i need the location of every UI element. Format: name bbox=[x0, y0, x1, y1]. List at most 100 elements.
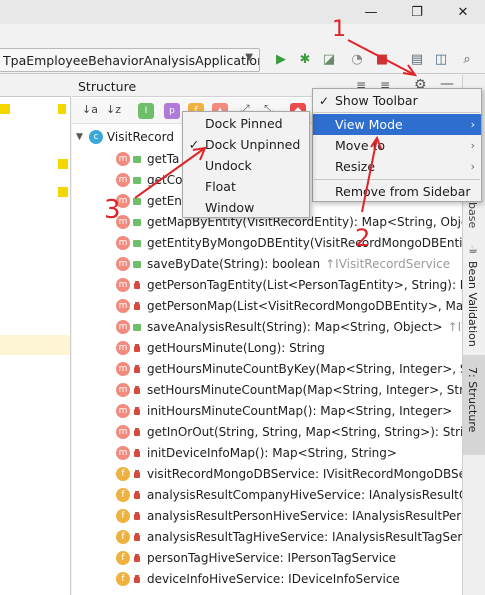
menu-item-remove-from-sidebar[interactable]: Remove from Sidebar bbox=[313, 181, 481, 202]
show-properties-icon[interactable]: p bbox=[164, 103, 180, 119]
tree-row-label: getEn bbox=[147, 194, 182, 208]
menu-item-dock-unpinned[interactable]: ✓ Dock Unpinned bbox=[183, 134, 309, 155]
tree-row-label: getHoursMinuteCountByKey(Map<String, Int… bbox=[147, 362, 462, 376]
private-icon bbox=[132, 301, 142, 311]
field-icon: f bbox=[116, 508, 130, 523]
public-icon bbox=[132, 322, 142, 332]
coverage-icon[interactable]: ◪ bbox=[320, 50, 338, 68]
tree-row[interactable]: m setHoursMinuteCountMap(Map<String, Inte… bbox=[72, 379, 462, 400]
sort-alpha-icon[interactable]: ↓a bbox=[82, 103, 98, 116]
tree-row[interactable]: f analysisResultPersonHiveService: IAnaly… bbox=[72, 505, 462, 526]
tree-row[interactable]: m initDeviceInfoMap(): Map<String, String… bbox=[72, 442, 462, 463]
close-button[interactable]: ✕ bbox=[440, 0, 485, 24]
menu-item-dock-pinned[interactable]: Dock Pinned bbox=[183, 113, 309, 134]
tree-row[interactable]: f analysisResultCompanyHiveService: IAnal… bbox=[72, 484, 462, 505]
project-structure-icon[interactable]: ▤ bbox=[408, 50, 426, 68]
private-icon bbox=[132, 469, 142, 479]
tree-row[interactable]: m initHoursMinuteCountMap(): Map<String, … bbox=[72, 400, 462, 421]
menu-item-view-mode[interactable]: View Mode › bbox=[313, 114, 481, 135]
tree-row[interactable]: m getEntityByMongoDBEntity(VisitRecordMon… bbox=[72, 232, 462, 253]
private-icon bbox=[132, 427, 142, 437]
menu-separator bbox=[314, 112, 480, 113]
private-icon bbox=[132, 448, 142, 458]
method-icon: m bbox=[116, 424, 130, 439]
run-icon[interactable]: ▶ bbox=[272, 50, 290, 68]
menu-item-label: Undock bbox=[205, 158, 252, 173]
structure-title: Structure bbox=[78, 79, 137, 94]
debug-icon[interactable]: ✱ bbox=[296, 50, 314, 68]
run-configuration-label: TpaEmployeeBehaviorAnalysisApplication bbox=[3, 52, 260, 68]
tree-row-label: analysisResultCompanyHiveService: IAnaly… bbox=[147, 488, 462, 502]
sdk-icon[interactable]: ◫ bbox=[432, 50, 450, 68]
menu-item-float[interactable]: Float bbox=[183, 176, 309, 197]
member-signature: setHoursMinuteCountMap(Map<String, Integ… bbox=[147, 382, 462, 397]
member-signature: getTa bbox=[147, 151, 180, 166]
member-signature: visitRecordMongoDBService: IVisitRecordM… bbox=[147, 466, 462, 481]
tree-row-label: personTagHiveService: IPersonTagService bbox=[147, 551, 396, 565]
private-icon bbox=[132, 490, 142, 500]
main-toolbar: TpaEmployeeBehaviorAnalysisApplication ▼… bbox=[0, 44, 485, 74]
method-icon: m bbox=[116, 214, 130, 229]
chevron-down-icon[interactable]: ▼ bbox=[76, 132, 83, 142]
bookmark-marker bbox=[58, 104, 66, 114]
check-icon: ✓ bbox=[318, 93, 330, 108]
member-signature: initHoursMinuteCountMap(): Map<String, I… bbox=[147, 403, 453, 418]
tree-row[interactable]: f visitRecordMongoDBService: IVisitRecord… bbox=[72, 463, 462, 484]
menu-item-label: Dock Unpinned bbox=[205, 137, 301, 152]
tree-row-label: getTa bbox=[147, 152, 179, 166]
method-icon: m bbox=[116, 151, 130, 166]
menu-item-resize[interactable]: Resize › bbox=[313, 156, 481, 177]
tree-row[interactable]: m getPersonMap(List<VisitRecordMongoDBEnt… bbox=[72, 295, 462, 316]
restore-icon: ❐ bbox=[411, 4, 423, 20]
tree-row[interactable]: m getHoursMinuteCountByKey(Map<String, In… bbox=[72, 358, 462, 379]
tree-row-label: initDeviceInfoMap(): Map<String, String> bbox=[147, 446, 397, 460]
show-inherited-icon[interactable]: I bbox=[138, 103, 154, 119]
menu-item-undock[interactable]: Undock bbox=[183, 155, 309, 176]
sidebar-tab-base[interactable]: base bbox=[466, 202, 479, 228]
tree-row[interactable]: f deviceInfoHiveService: IDeviceInfoServi… bbox=[72, 568, 462, 589]
method-icon: m bbox=[116, 172, 130, 187]
gear-context-menu: ✓ Show Toolbar View Mode › Move to › Res… bbox=[312, 88, 482, 202]
chevron-right-icon: › bbox=[470, 118, 475, 131]
editor-marker bbox=[58, 187, 68, 197]
run-configuration-select[interactable]: TpaEmployeeBehaviorAnalysisApplication ▼ bbox=[0, 48, 260, 72]
menu-item-label: Show Toolbar bbox=[335, 93, 418, 108]
inherited-from-label: ↑IVisi bbox=[447, 319, 462, 334]
restore-button[interactable]: ❐ bbox=[394, 0, 440, 24]
tree-row-label: saveAnalysisResult(String): Map<String, … bbox=[147, 320, 462, 334]
tree-row[interactable]: f analysisResultTagHiveService: IAnalysis… bbox=[72, 526, 462, 547]
search-icon[interactable]: ⌕ bbox=[458, 50, 476, 68]
menu-item-window[interactable]: Window bbox=[183, 197, 309, 218]
public-icon bbox=[132, 238, 142, 248]
tree-row-label: initHoursMinuteCountMap(): Map<String, I… bbox=[147, 404, 452, 418]
tree-row[interactable]: m saveByDate(String): boolean ↑IVisitRecor… bbox=[72, 253, 462, 274]
stop-icon[interactable]: ■ bbox=[373, 50, 391, 68]
tree-row[interactable]: m getPersonTagEntity(List<PersonTagEntity… bbox=[72, 274, 462, 295]
member-signature: getCo bbox=[147, 172, 183, 187]
tree-row-label: analysisResultPersonHiveService: IAnalys… bbox=[147, 509, 462, 523]
sidebar-tab-bean-validation[interactable]: Bean Validation bbox=[466, 261, 479, 347]
close-icon: ✕ bbox=[457, 4, 469, 20]
profile-icon[interactable]: ◔ bbox=[348, 50, 366, 68]
menu-item-show-toolbar[interactable]: ✓ Show Toolbar bbox=[313, 90, 481, 111]
tree-row[interactable]: m getHoursMinute(Long): String bbox=[72, 337, 462, 358]
tree-row-label: getHoursMinute(Long): String bbox=[147, 341, 325, 355]
method-icon: m bbox=[116, 298, 130, 313]
field-icon: f bbox=[116, 571, 130, 586]
member-signature: personTagHiveService: IPersonTagService bbox=[147, 550, 397, 565]
sidebar-tab-structure[interactable]: 7: Structure bbox=[466, 367, 479, 432]
private-icon bbox=[132, 280, 142, 290]
field-icon: f bbox=[116, 550, 130, 565]
view-mode-submenu: Dock Pinned ✓ Dock Unpinned Undock Float… bbox=[182, 111, 310, 218]
minimize-button[interactable]: — bbox=[348, 0, 394, 24]
method-icon: m bbox=[116, 361, 130, 376]
tree-row[interactable]: m saveAnalysisResult(String): Map<String,… bbox=[72, 316, 462, 337]
method-icon: m bbox=[116, 256, 130, 271]
tree-row-label: getInOrOut(String, String, Map<String, S… bbox=[147, 425, 462, 439]
menu-item-move-to[interactable]: Move to › bbox=[313, 135, 481, 156]
sort-visibility-icon[interactable]: ↓z bbox=[106, 103, 121, 116]
tree-row[interactable]: f personTagHiveService: IPersonTagService bbox=[72, 547, 462, 568]
editor-marker bbox=[0, 104, 10, 114]
method-icon: m bbox=[116, 235, 130, 250]
tree-row[interactable]: m getInOrOut(String, String, Map<String, … bbox=[72, 421, 462, 442]
